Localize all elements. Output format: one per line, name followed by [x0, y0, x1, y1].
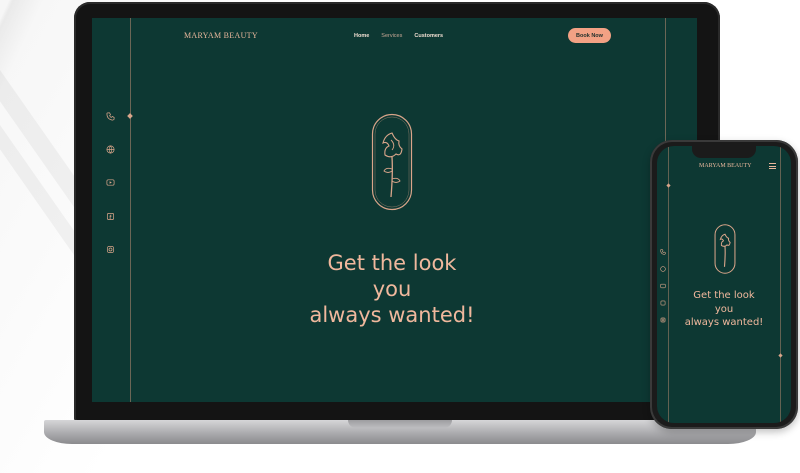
hero-headline: Get the look you always wanted! [292, 250, 492, 328]
hero-headline-line: always wanted! [309, 303, 475, 327]
youtube-icon[interactable] [106, 178, 115, 187]
diamond-ornament [127, 113, 133, 119]
nav-customers[interactable]: Customers [414, 33, 443, 39]
main-nav: Home Services Customers [354, 33, 443, 39]
book-now-button[interactable]: Book Now [568, 28, 611, 43]
diamond-ornament [778, 353, 783, 358]
hero-headline: Get the look you always wanted! [674, 289, 774, 330]
instagram-icon[interactable] [660, 317, 666, 323]
phone-screen: MARYAM BEAUTY Get the look you always wa… [657, 146, 791, 423]
diamond-ornament [666, 183, 671, 188]
brand-logo-text[interactable]: MARYAM BEAUTY [699, 163, 752, 169]
phone-icon[interactable] [660, 249, 666, 255]
hero-headline-line: you [714, 303, 734, 315]
hero-headline-line: Get the look [693, 290, 755, 301]
frame-line-left [130, 18, 131, 402]
laptop-screen: MARYAM BEAUTY Home Services Customers Bo… [92, 18, 697, 402]
hero-headline-line: always wanted! [684, 317, 764, 328]
hero-headline-line: you [372, 277, 412, 301]
nav-home[interactable]: Home [354, 33, 369, 39]
hamburger-menu-icon[interactable] [769, 163, 776, 169]
brand-logo-text[interactable]: MARYAM BEAUTY [184, 31, 258, 40]
globe-icon[interactable] [106, 145, 115, 154]
frame-line-right [780, 146, 781, 423]
phone-notch [692, 146, 756, 158]
nav-services[interactable]: Services [381, 33, 402, 39]
rose-logo-icon [714, 224, 736, 274]
facebook-icon[interactable] [106, 212, 115, 221]
laptop-trackpad-notch [348, 420, 452, 428]
phone-icon[interactable] [106, 112, 115, 121]
youtube-icon[interactable] [660, 283, 666, 289]
globe-icon[interactable] [660, 266, 666, 272]
instagram-icon[interactable] [106, 245, 115, 254]
hero-headline-line: Get the look [327, 251, 457, 275]
rose-logo-icon [371, 113, 413, 211]
facebook-icon[interactable] [660, 300, 666, 306]
